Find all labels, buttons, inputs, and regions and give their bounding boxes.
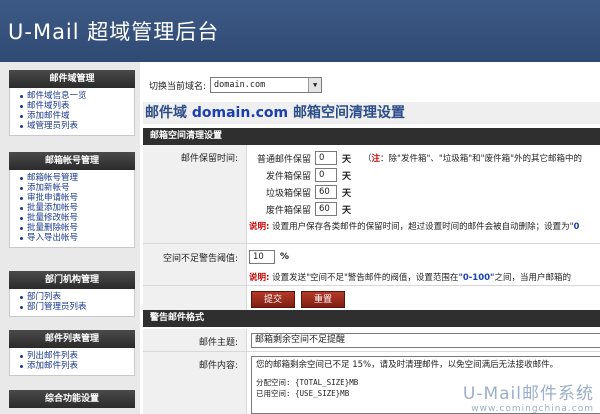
retention-normal-input[interactable]: 0	[315, 151, 337, 165]
sidebar-item-domain-admins[interactable]: 域管理员列表	[20, 121, 134, 131]
watermark-url: www.comingchina.com	[471, 404, 594, 414]
bullet-icon	[20, 226, 23, 230]
bullet-icon	[20, 305, 23, 309]
sidebar-list: 部门列表 部门管理员列表	[9, 289, 135, 317]
warning-section-heading: 警告邮件格式	[143, 310, 600, 327]
retention-label: 邮件保留时间:	[143, 145, 247, 243]
sidebar-list: 邮件域信息一览 邮件域列表 添加邮件域 域管理员列表	[9, 88, 135, 136]
sidebar-item-add-account[interactable]: 添加新帐号	[20, 183, 134, 193]
sidebar-section-accounts: 邮箱帐号管理 邮箱帐号管理 添加新帐号 审批申请帐号 批量添加帐号 批量修改帐号…	[9, 152, 135, 248]
retention-description: 说明: 设置用户保存各类邮件的保留时间，超过设置时间的邮件会被自动删除；设置为"…	[249, 222, 580, 232]
subject-row: 邮件主题: 邮箱剩余空间不足提醒	[143, 329, 600, 352]
retention-content: 普通邮件保留 0 天 （注：除"发件箱"、"垃圾箱"和"废件箱"外的其它邮箱中的…	[249, 145, 600, 243]
cleanup-section-heading: 邮箱空间清理设置	[143, 128, 600, 145]
retention-row: 邮件保留时间: 普通邮件保留 0 天 （注：除"发件箱"、"垃圾箱"和"废件箱"…	[143, 145, 600, 244]
sidebar: 邮件域管理 邮件域信息一览 邮件域列表 添加邮件域 域管理员列表 邮箱帐号管理 …	[0, 62, 140, 414]
reset-button[interactable]: 重置	[301, 291, 345, 308]
app-header: U-Mail 超域管理后台	[0, 0, 600, 62]
sidebar-list: 列出邮件列表 添加邮件列表	[9, 348, 135, 376]
sidebar-item-batch-delete[interactable]: 批量删除帐号	[20, 223, 134, 233]
sidebar-item-add-domain[interactable]: 添加邮件域	[20, 111, 134, 121]
retention-trash-input[interactable]: 60	[315, 202, 337, 216]
threshold-description: 说明: 设置发送"空间不足"警告邮件的阀值，设置范围在"0-100"之间，当用户…	[249, 273, 571, 283]
page-title: 邮件域 domain.com 邮箱空间清理设置	[143, 102, 600, 124]
retention-normal: 普通邮件保留 0 天 （注：除"发件箱"、"垃圾箱"和"废件箱"外的其它邮箱中的	[256, 151, 583, 165]
retention-spam-input[interactable]: 60	[315, 185, 337, 199]
sidebar-section-domain: 邮件域管理 邮件域信息一览 邮件域列表 添加邮件域 域管理员列表	[9, 70, 135, 136]
sidebar-section-title[interactable]: 综合功能设置	[9, 390, 135, 408]
bullet-icon	[20, 104, 23, 108]
sidebar-section-title: 邮件域管理	[9, 70, 135, 88]
bullet-icon	[20, 206, 23, 210]
submit-button[interactable]: 提交	[251, 291, 295, 308]
retention-note: （注：除"发件箱"、"垃圾箱"和"废件箱"外的其它邮箱中的	[363, 154, 583, 164]
retention-spam: 垃圾箱保留 60 天	[265, 185, 352, 199]
bullet-icon	[20, 94, 23, 98]
sidebar-section-departments: 部门机构管理 部门列表 部门管理员列表	[9, 271, 135, 317]
retention-sent-input[interactable]: 0	[315, 168, 337, 182]
sidebar-item-batch-edit[interactable]: 批量修改帐号	[20, 213, 134, 223]
sidebar-item-domain-overview[interactable]: 邮件域信息一览	[20, 91, 134, 101]
sidebar-item-batch-add[interactable]: 批量添加帐号	[20, 203, 134, 213]
sidebar-item-account-manage[interactable]: 邮箱帐号管理	[20, 173, 134, 183]
bullet-icon	[20, 196, 23, 200]
sidebar-section-title: 邮件列表管理	[9, 330, 135, 348]
bullet-icon	[20, 176, 23, 180]
sidebar-item-department-admins[interactable]: 部门管理员列表	[20, 302, 134, 312]
threshold-content: 10 % 说明: 设置发送"空间不足"警告邮件的阀值，设置范围在"0-100"之…	[249, 244, 600, 285]
threshold-line: 10 %	[245, 250, 289, 264]
watermark: U-Mail邮件系统 www.comingchina.com	[463, 379, 594, 414]
bullet-icon	[20, 114, 23, 118]
watermark-brand: U-Mail邮件系统	[462, 384, 594, 404]
sidebar-item-list-mailing-lists[interactable]: 列出邮件列表	[20, 351, 134, 361]
sidebar-list: 邮箱帐号管理 添加新帐号 审批申请帐号 批量添加帐号 批量修改帐号 批量删除帐号…	[9, 170, 135, 248]
domain-select[interactable]: domain.com ▼	[210, 77, 323, 93]
subject-input[interactable]: 邮箱剩余空间不足提醒	[251, 333, 600, 348]
bullet-icon	[20, 354, 23, 358]
sidebar-item-import-export[interactable]: 导入导出帐号	[20, 233, 134, 243]
sidebar-item-department-list[interactable]: 部门列表	[20, 292, 134, 302]
sidebar-item-domain-list[interactable]: 邮件域列表	[20, 101, 134, 111]
subject-label: 邮件主题:	[143, 329, 247, 351]
bullet-icon	[20, 124, 23, 128]
retention-sent: 发件箱保留 0 天	[265, 168, 352, 182]
content-label: 邮件内容:	[143, 352, 247, 414]
bullet-icon	[20, 216, 23, 220]
bullet-icon	[20, 186, 23, 190]
domain-switcher: 切换当前域名: domain.com ▼	[149, 77, 323, 93]
sidebar-section-title: 部门机构管理	[9, 271, 135, 289]
threshold-label: 空间不足警告阈值:	[143, 244, 247, 285]
bullet-icon	[20, 236, 23, 240]
sidebar-item-approve-accounts[interactable]: 审批申请帐号	[20, 193, 134, 203]
app-title: U-Mail 超域管理后台	[8, 20, 220, 44]
threshold-row: 空间不足警告阈值: 10 % 说明: 设置发送"空间不足"警告邮件的阀值，设置范…	[143, 244, 600, 286]
sidebar-section-title: 邮箱帐号管理	[9, 152, 135, 170]
bullet-icon	[20, 364, 23, 368]
sidebar-section-general: 综合功能设置	[9, 390, 135, 408]
sidebar-section-mailing-lists: 邮件列表管理 列出邮件列表 添加邮件列表	[9, 330, 135, 376]
chevron-down-icon[interactable]: ▼	[308, 78, 322, 92]
actions-label-cell	[143, 286, 247, 312]
bullet-icon	[20, 295, 23, 299]
retention-trash: 废件箱保留 60 天	[265, 202, 352, 216]
domain-switch-label: 切换当前域名:	[149, 81, 207, 92]
actions-row: 提交 重置	[143, 286, 600, 312]
main-content: 切换当前域名: domain.com ▼ 邮件域 domain.com 邮箱空间…	[143, 62, 600, 414]
threshold-input[interactable]: 10	[249, 250, 275, 264]
sidebar-item-add-mailing-list[interactable]: 添加邮件列表	[20, 361, 134, 371]
